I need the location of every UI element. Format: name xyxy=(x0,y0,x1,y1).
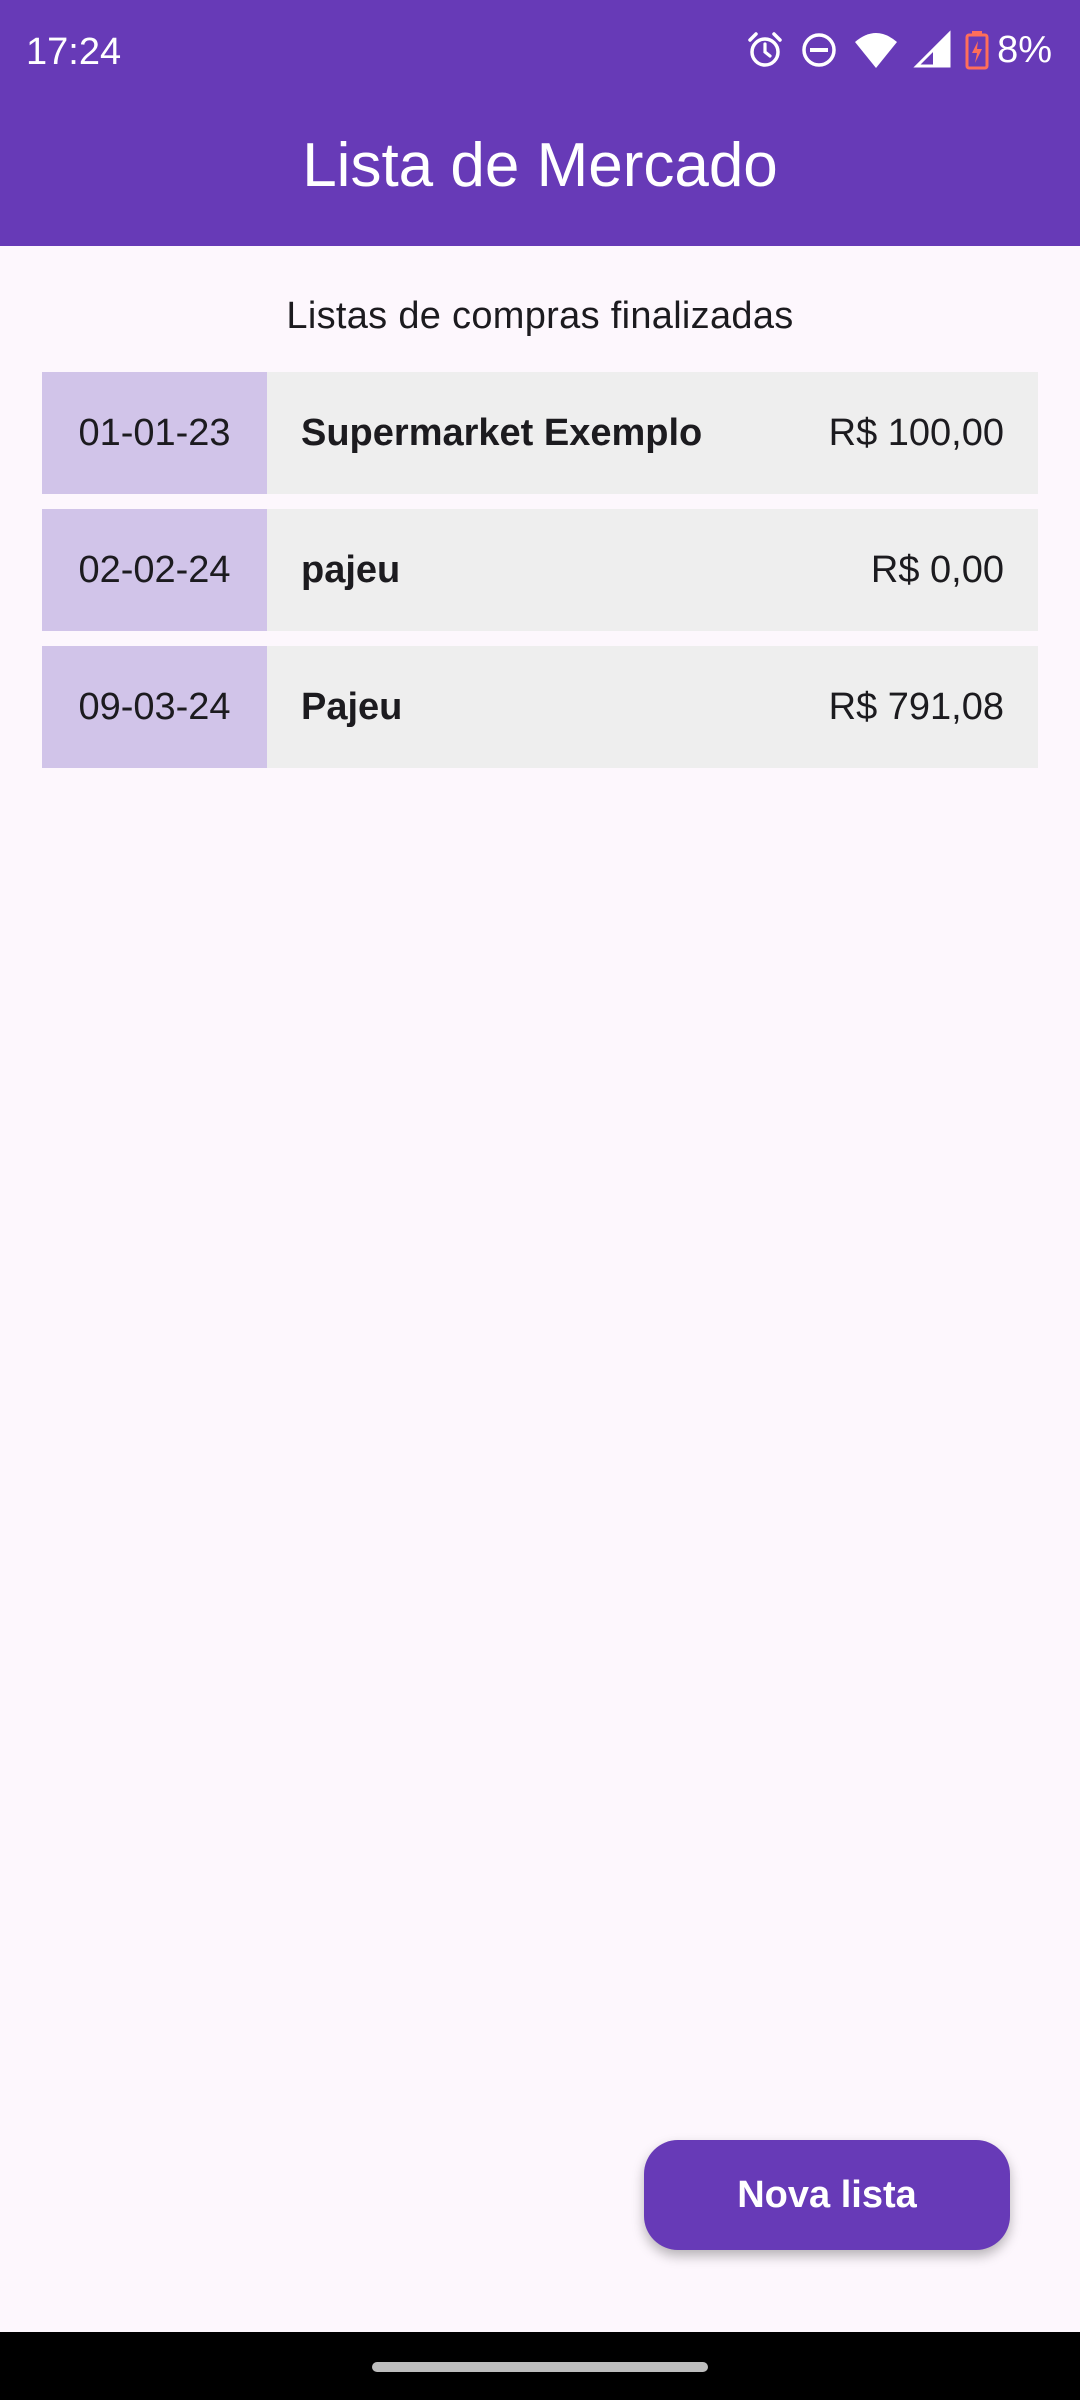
list-date: 02-02-24 xyxy=(42,509,267,631)
alarm-icon xyxy=(745,30,785,70)
list-name: Pajeu xyxy=(301,685,403,728)
finished-lists: 01-01-23 Supermarket Exemplo R$ 100,00 0… xyxy=(42,372,1038,783)
battery-charging-icon xyxy=(965,30,989,70)
signal-icon xyxy=(913,30,951,70)
section-title: Listas de compras finalizadas xyxy=(286,295,794,337)
list-total: R$ 100,00 xyxy=(828,411,1004,454)
status-icons: 8% xyxy=(745,26,1052,74)
system-navigation-bar xyxy=(0,2332,1080,2400)
list-date: 09-03-24 xyxy=(42,646,267,768)
list-item[interactable]: 09-03-24 Pajeu R$ 791,08 xyxy=(42,646,1038,768)
list-item-body: pajeu R$ 0,00 xyxy=(267,509,1038,631)
new-list-button[interactable]: Nova lista xyxy=(644,2140,1010,2250)
list-item[interactable]: 02-02-24 pajeu R$ 0,00 xyxy=(42,509,1038,631)
list-total: R$ 791,08 xyxy=(828,685,1004,728)
status-time: 17:24 xyxy=(26,31,122,73)
app-bar: 17:24 8% Lista de Mercado xyxy=(0,0,1080,246)
home-gesture-handle[interactable] xyxy=(372,2362,708,2372)
list-item[interactable]: 01-01-23 Supermarket Exemplo R$ 100,00 xyxy=(42,372,1038,494)
status-bar: 17:24 8% xyxy=(0,0,1080,100)
list-total: R$ 0,00 xyxy=(870,548,1004,591)
page-title: Lista de Mercado xyxy=(302,131,778,200)
list-item-body: Supermarket Exemplo R$ 100,00 xyxy=(267,372,1038,494)
list-name: pajeu xyxy=(301,548,401,591)
battery-percentage: 8% xyxy=(997,29,1052,71)
do-not-disturb-icon xyxy=(799,30,839,70)
list-item-body: Pajeu R$ 791,08 xyxy=(267,646,1038,768)
wifi-icon xyxy=(853,30,899,70)
list-date: 01-01-23 xyxy=(42,372,267,494)
list-name: Supermarket Exemplo xyxy=(301,411,703,454)
